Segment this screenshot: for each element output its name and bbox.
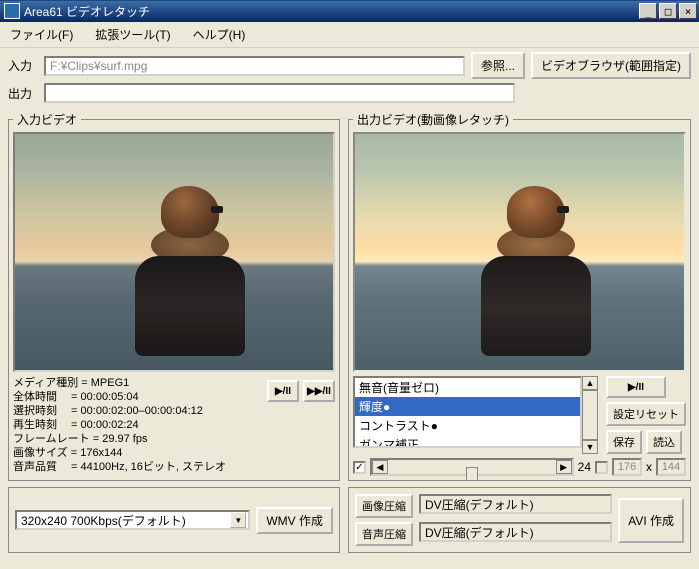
preview-figure-out: [470, 186, 602, 356]
input-field[interactable]: F:¥Clips¥surf.mpg: [44, 56, 465, 76]
load-button[interactable]: 読込: [646, 430, 682, 454]
output-video-legend: 出力ビデオ(動画像レタッチ): [353, 111, 513, 128]
bottom-row: 320x240 700Kbps(デフォルト) ▼ WMV 作成 画像圧縮 DV圧…: [0, 485, 699, 555]
slider-value: 24: [578, 460, 591, 474]
audio-compress-button[interactable]: 音声圧縮: [355, 522, 413, 546]
height-field[interactable]: 144: [656, 458, 686, 476]
preview-figure: [126, 186, 253, 356]
titlebar: Area61 ビデオレタッチ _ □ ×: [0, 0, 699, 22]
save-button[interactable]: 保存: [606, 430, 642, 454]
slider-right-arrow[interactable]: ▶: [556, 460, 572, 474]
image-compress-value: DV圧縮(デフォルト): [419, 494, 612, 514]
input-row: 入力 F:¥Clips¥surf.mpg 参照... ビデオブラウザ(範囲指定): [0, 48, 699, 83]
wmv-preset-value: 320x240 700Kbps(デフォルト): [21, 512, 186, 529]
input-video-legend: 入力ビデオ: [13, 111, 81, 128]
app-icon: [4, 3, 20, 19]
maximize-button[interactable]: □: [659, 3, 677, 19]
wmv-panel: 320x240 700Kbps(デフォルト) ▼ WMV 作成: [8, 487, 340, 553]
list-scroll-up[interactable]: ▲: [582, 376, 598, 390]
browse-button[interactable]: 参照...: [471, 52, 525, 79]
avi-panel: 画像圧縮 DV圧縮(デフォルト) 音声圧縮 DV圧縮(デフォルト) AVI 作成: [348, 487, 691, 553]
list-scroll-down[interactable]: ▼: [582, 440, 598, 454]
input-video-preview: [13, 132, 335, 372]
dropdown-arrow-icon: ▼: [230, 512, 246, 528]
output-field[interactable]: [44, 83, 515, 103]
input-video-panel: 入力ビデオ メディア種別 = MPEG1 全体時間 = 00:00:05:04 …: [8, 111, 340, 481]
size-checkbox[interactable]: [595, 461, 608, 474]
menubar: ファイル(F) 拡張ツール(T) ヘルプ(H): [0, 22, 699, 48]
output-play-button[interactable]: ▶/II: [606, 376, 666, 398]
width-field[interactable]: 176: [612, 458, 642, 476]
size-x-label: x: [646, 460, 652, 474]
adjust-item[interactable]: コントラスト●: [355, 416, 580, 435]
adjust-item[interactable]: 無音(音量ゼロ): [355, 378, 580, 397]
input-label: 入力: [8, 57, 38, 74]
output-label: 出力: [8, 85, 38, 102]
avi-create-button[interactable]: AVI 作成: [618, 498, 684, 543]
slider-row: ✓ ◀ ▶ 24 176 x 144: [353, 458, 686, 476]
adjust-checkbox[interactable]: ✓: [353, 461, 366, 474]
adjustment-list[interactable]: 無音(音量ゼロ)輝度●コントラスト●ガンマ補正彩度2値化: [353, 376, 582, 448]
menu-tools[interactable]: 拡張ツール(T): [91, 24, 174, 45]
input-forward-button[interactable]: ▶▶/II: [303, 380, 335, 402]
output-video-preview: [353, 132, 686, 372]
video-browser-button[interactable]: ビデオブラウザ(範囲指定): [531, 52, 691, 79]
minimize-button[interactable]: _: [639, 3, 657, 19]
output-row: 出力: [0, 83, 699, 107]
window-title: Area61 ビデオレタッチ: [24, 3, 637, 20]
adjust-slider[interactable]: ◀ ▶: [370, 458, 574, 476]
wmv-create-button[interactable]: WMV 作成: [256, 507, 333, 534]
wmv-preset-dropdown[interactable]: 320x240 700Kbps(デフォルト) ▼: [15, 510, 250, 530]
menu-help[interactable]: ヘルプ(H): [189, 24, 250, 45]
adjust-item[interactable]: ガンマ補正: [355, 435, 580, 448]
menu-file[interactable]: ファイル(F): [6, 24, 77, 45]
slider-left-arrow[interactable]: ◀: [372, 460, 388, 474]
image-compress-button[interactable]: 画像圧縮: [355, 494, 413, 518]
slider-thumb[interactable]: [466, 467, 478, 481]
input-play-button[interactable]: ▶/II: [267, 380, 299, 402]
video-info-text: メディア種別 = MPEG1 全体時間 = 00:00:05:04 選択時刻 =…: [13, 376, 263, 474]
main-content: 入力ビデオ メディア種別 = MPEG1 全体時間 = 00:00:05:04 …: [0, 107, 699, 485]
audio-compress-value: DV圧縮(デフォルト): [419, 522, 612, 542]
output-video-panel: 出力ビデオ(動画像レタッチ) 無音(音量ゼロ)輝度●コントラスト●ガンマ補正彩度…: [348, 111, 691, 481]
adjust-item[interactable]: 輝度●: [355, 397, 580, 416]
reset-button[interactable]: 設定リセット: [606, 402, 686, 426]
close-button[interactable]: ×: [679, 3, 697, 19]
